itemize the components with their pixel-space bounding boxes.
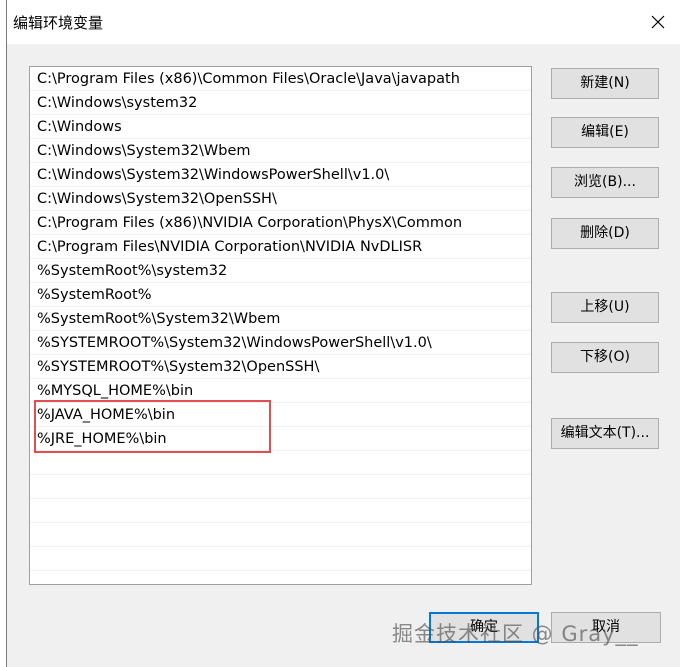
empty-row[interactable] xyxy=(30,547,531,571)
list-item[interactable]: C:\Windows\System32\OpenSSH\ xyxy=(30,187,531,211)
list-item[interactable]: C:\Windows\System32\WindowsPowerShell\v1… xyxy=(30,163,531,187)
new-button[interactable]: 新建(N) xyxy=(551,68,659,99)
edit-env-variable-dialog: 编辑环境变量 C:\Program Files (x86)\Common Fil… xyxy=(6,0,680,667)
title-bar: 编辑环境变量 xyxy=(7,0,680,44)
close-button[interactable] xyxy=(647,11,669,33)
list-item[interactable]: C:\Program Files (x86)\Common Files\Orac… xyxy=(30,67,531,91)
watermark: 掘金技术社区 @ Gray__ xyxy=(392,622,639,646)
empty-row[interactable] xyxy=(30,475,531,499)
path-list[interactable]: C:\Program Files (x86)\Common Files\Orac… xyxy=(29,66,532,585)
list-item[interactable]: %MYSQL_HOME%\bin xyxy=(30,379,531,403)
list-item[interactable]: C:\Windows\system32 xyxy=(30,91,531,115)
list-item[interactable]: %SYSTEMROOT%\System32\WindowsPowerShell\… xyxy=(30,331,531,355)
empty-row[interactable] xyxy=(30,523,531,547)
list-item[interactable]: %SYSTEMROOT%\System32\OpenSSH\ xyxy=(30,355,531,379)
dialog-title: 编辑环境变量 xyxy=(13,14,104,32)
move-down-button[interactable]: 下移(O) xyxy=(551,342,659,373)
list-item[interactable]: %SystemRoot%\System32\Wbem xyxy=(30,307,531,331)
move-up-button[interactable]: 上移(U) xyxy=(551,292,659,323)
list-item[interactable]: C:\Windows xyxy=(30,115,531,139)
empty-row[interactable] xyxy=(30,451,531,475)
close-icon xyxy=(651,15,665,29)
delete-button[interactable]: 删除(D) xyxy=(551,218,659,249)
list-item[interactable]: C:\Program Files (x86)\NVIDIA Corporatio… xyxy=(30,211,531,235)
edit-button[interactable]: 编辑(E) xyxy=(551,117,659,148)
empty-row[interactable] xyxy=(30,499,531,523)
list-item[interactable]: %JRE_HOME%\bin xyxy=(30,427,531,451)
list-item[interactable]: %SystemRoot%\system32 xyxy=(30,259,531,283)
list-item[interactable]: %SystemRoot% xyxy=(30,283,531,307)
list-item[interactable]: C:\Windows\System32\Wbem xyxy=(30,139,531,163)
list-item[interactable]: %JAVA_HOME%\bin xyxy=(30,403,531,427)
browse-button[interactable]: 浏览(B)... xyxy=(551,167,659,198)
list-item[interactable]: C:\Program Files\NVIDIA Corporation\NVID… xyxy=(30,235,531,259)
edit-text-button[interactable]: 编辑文本(T)... xyxy=(551,418,659,449)
